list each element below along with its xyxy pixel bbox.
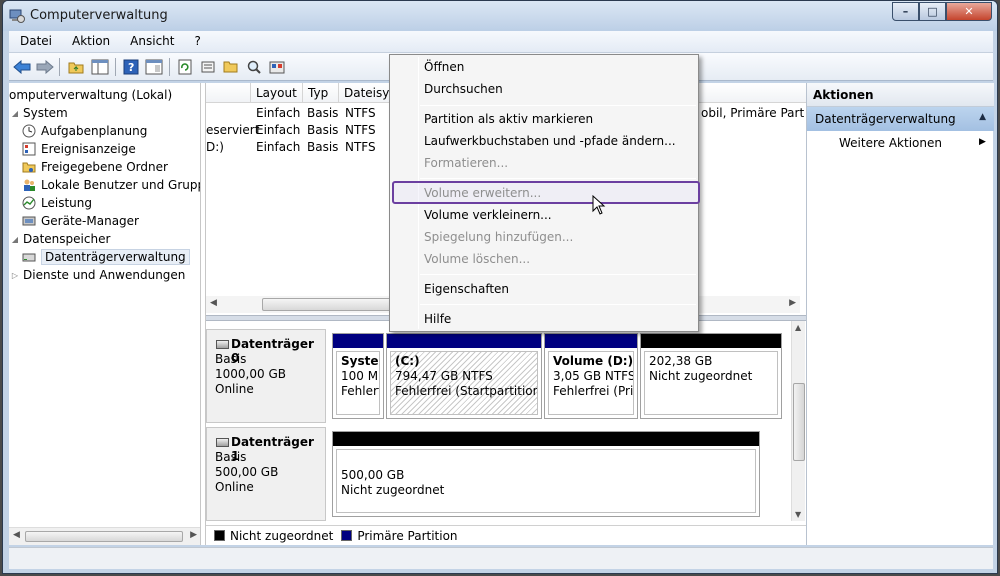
- actions-pane: Aktionen Datenträgerverwaltung ▲ Weitere…: [806, 83, 994, 545]
- collapse-icon[interactable]: ▲: [979, 112, 986, 122]
- tree-item-local-users[interactable]: Lokale Benutzer und Gruppen: [21, 176, 200, 194]
- properties-icon[interactable]: [145, 58, 163, 76]
- menu-aktion[interactable]: Aktion: [61, 31, 119, 52]
- column-layout[interactable]: Layout: [256, 86, 297, 100]
- event-viewer-icon: [21, 141, 37, 157]
- menu-item-add-mirror: Spiegelung hinzufügen...: [424, 230, 574, 244]
- toolbar-separator: [169, 58, 170, 76]
- menu-item-browse[interactable]: Durchsuchen: [424, 82, 503, 96]
- tree-expander-icon: ▷: [11, 270, 19, 280]
- scroll-up-icon[interactable]: ▲: [795, 323, 801, 332]
- mouse-cursor-icon: [592, 195, 606, 215]
- column-typ[interactable]: Typ: [308, 86, 328, 100]
- find-icon[interactable]: [268, 58, 286, 76]
- scroll-thumb[interactable]: [25, 531, 183, 542]
- menu-item-extend-volume: Volume erweitern...: [424, 186, 542, 200]
- tree-expander-icon: ◢: [11, 108, 19, 118]
- menu-ansicht[interactable]: Ansicht: [119, 31, 183, 52]
- title-bar[interactable]: Computerverwaltung – □ ✕: [3, 1, 997, 31]
- tree-item-system[interactable]: ◢ System: [11, 104, 68, 122]
- legend-label-primary: Primäre Partition: [357, 528, 458, 543]
- partition-legend: Nicht zugeordnet Primäre Partition: [206, 525, 806, 545]
- menu-item-help[interactable]: Hilfe: [424, 312, 451, 326]
- toolbar-separator: [115, 58, 116, 76]
- legend-swatch-primary: [341, 530, 353, 541]
- scroll-left-icon[interactable]: ◀: [210, 298, 217, 308]
- tree-item-event-viewer[interactable]: Ereignisanzeige: [21, 140, 136, 158]
- minimize-button[interactable]: –: [892, 2, 919, 21]
- tree-item-disk-management[interactable]: Datenträgerverwaltung: [21, 248, 190, 266]
- graphical-disk-view: Datenträger 0 Basis 1000,00 GB Online Sy…: [206, 321, 806, 545]
- partition-d[interactable]: Volume (D:) 3,05 GB NTFS Fehlerfrei (Pri…: [544, 333, 638, 419]
- up-folder-icon[interactable]: [67, 58, 85, 76]
- partition-unallocated-disk0[interactable]: 202,38 GB Nicht zugeordnet: [640, 333, 782, 419]
- window-title: Computerverwaltung: [30, 8, 168, 23]
- tree-item-task-scheduler[interactable]: Aufgabenplanung: [21, 122, 147, 140]
- disk-0-info[interactable]: Datenträger 0 Basis 1000,00 GB Online: [206, 329, 326, 423]
- forward-icon[interactable]: [36, 58, 54, 76]
- status-bar: [9, 547, 993, 569]
- scroll-right-icon[interactable]: ▶: [190, 530, 197, 540]
- tree-horizontal-scrollbar[interactable]: ◀ ▶: [9, 527, 200, 545]
- tree-item-device-manager[interactable]: Geräte-Manager: [21, 212, 139, 230]
- device-manager-icon: [21, 213, 37, 229]
- menu-item-properties[interactable]: Eigenschaften: [424, 282, 509, 296]
- clock-icon: [21, 123, 37, 139]
- navigation-tree: omputerverwaltung (Lokal) ◢ System Aufga…: [9, 83, 201, 545]
- search-icon[interactable]: [245, 58, 263, 76]
- context-menu: Öffnen Durchsuchen Partition als aktiv m…: [389, 54, 700, 332]
- menu-help[interactable]: ?: [183, 31, 209, 52]
- svg-text:?: ?: [128, 61, 134, 74]
- open-folder-icon[interactable]: [222, 58, 240, 76]
- menu-item-open[interactable]: Öffnen: [424, 60, 464, 74]
- menu-item-shrink-volume[interactable]: Volume verkleinern...: [424, 208, 552, 222]
- menu-item-format: Formatieren...: [424, 156, 509, 170]
- toolbar-separator: [59, 58, 60, 76]
- menu-item-delete-volume: Volume löschen...: [424, 252, 531, 266]
- show-tree-icon[interactable]: [91, 58, 109, 76]
- legend-swatch-unallocated: [214, 530, 225, 541]
- window-controls: – □ ✕: [892, 2, 992, 21]
- partition-unallocated-disk1[interactable]: 500,00 GB Nicht zugeordnet: [332, 431, 760, 517]
- disk-icon: [216, 438, 229, 447]
- menu-item-change-drive-letter[interactable]: Laufwerkbuchstaben und -pfade ändern...: [424, 134, 676, 148]
- back-icon[interactable]: [13, 58, 31, 76]
- scroll-right-icon[interactable]: ▶: [789, 298, 796, 308]
- tree-item-shared-folders[interactable]: Freigegebene Ordner: [21, 158, 168, 176]
- scroll-thumb[interactable]: [793, 383, 805, 461]
- close-button[interactable]: ✕: [946, 2, 992, 21]
- scroll-left-icon[interactable]: ◀: [13, 530, 20, 540]
- partition-c[interactable]: (C:) 794,47 GB NTFS Fehlerfrei (Startpar…: [386, 333, 542, 419]
- tree-item-computer-management[interactable]: omputerverwaltung (Lokal): [9, 86, 172, 104]
- computer-management-icon: [9, 9, 25, 23]
- tree-item-performance[interactable]: Leistung: [21, 194, 92, 212]
- help-icon[interactable]: ?: [122, 58, 140, 76]
- menu-datei[interactable]: Datei: [9, 31, 61, 52]
- tree-item-storage[interactable]: ◢ Datenspeicher: [11, 230, 110, 248]
- tree-expander-icon: ◢: [11, 234, 19, 244]
- disk-1-info[interactable]: Datenträger 1 Basis 500,00 GB Online: [206, 427, 326, 521]
- menu-bar: Datei Aktion Ansicht ?: [9, 31, 993, 53]
- actions-header: Aktionen: [807, 83, 994, 107]
- more-actions-item[interactable]: Weitere Aktionen: [839, 136, 942, 150]
- disk-management-icon: [21, 249, 37, 265]
- disk-icon: [216, 340, 229, 349]
- tree-item-services[interactable]: ▷ Dienste und Anwendungen: [11, 266, 186, 284]
- refresh-icon[interactable]: [176, 58, 194, 76]
- scroll-down-icon[interactable]: ▼: [795, 510, 801, 519]
- disk-view-vertical-scrollbar[interactable]: ▲ ▼: [791, 321, 805, 521]
- actions-section-disk-management[interactable]: Datenträgerverwaltung ▲: [807, 107, 994, 131]
- performance-icon: [21, 195, 37, 211]
- partition-system-reserved[interactable]: Systen 100 MB Fehlerfr: [332, 333, 384, 419]
- users-icon: [21, 177, 37, 193]
- settings-icon[interactable]: [199, 58, 217, 76]
- maximize-button[interactable]: □: [919, 2, 946, 21]
- legend-label-unallocated: Nicht zugeordnet: [230, 528, 334, 543]
- menu-item-mark-active[interactable]: Partition als aktiv markieren: [424, 112, 593, 126]
- chevron-right-icon: ▶: [979, 137, 986, 147]
- shared-folder-icon: [21, 159, 37, 175]
